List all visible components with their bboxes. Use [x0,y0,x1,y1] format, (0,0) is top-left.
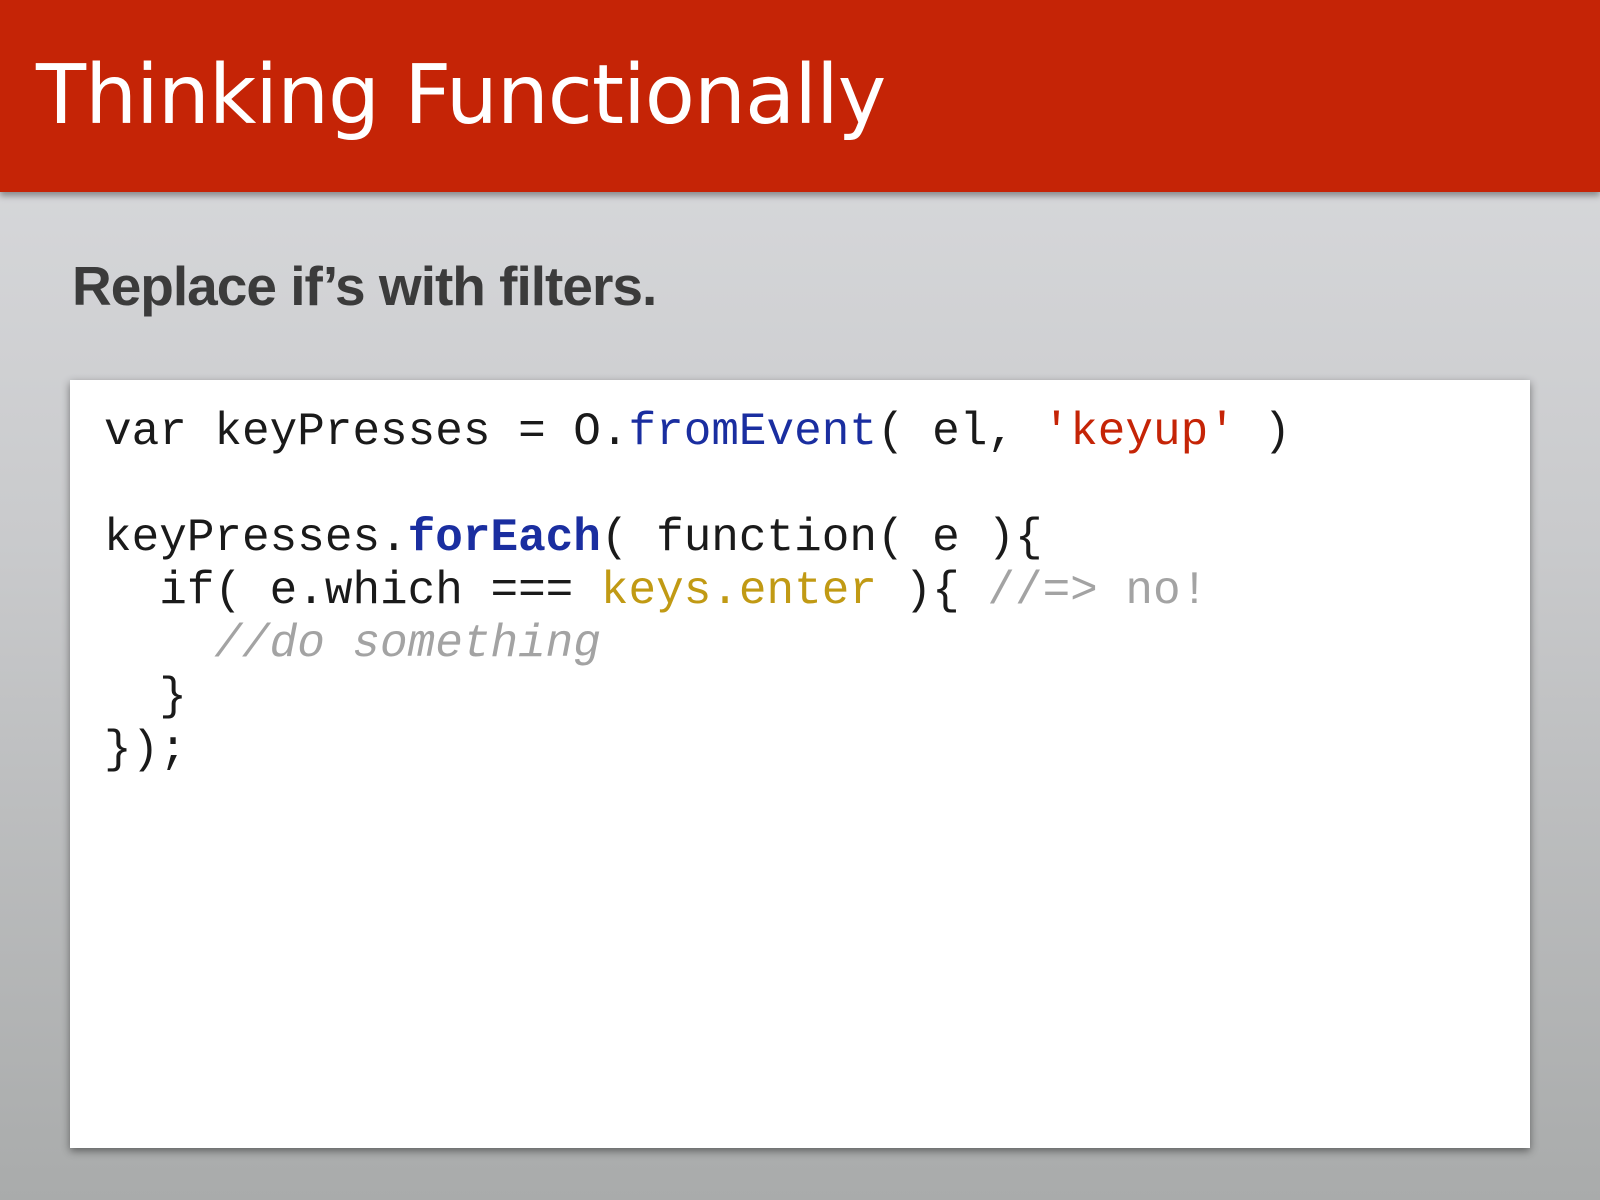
code-line-7: }); [104,724,187,776]
code-comment: //do something [214,618,601,670]
code-property: keys.enter [600,565,877,617]
code-line-1: var keyPresses = O.fromEvent( el, 'keyup… [104,406,1530,459]
code-text: ){ [876,565,988,617]
code-text: if( e.which === [104,565,601,617]
title-bar: Thinking Functionally [0,0,1600,192]
code-comment: //=> no! [987,565,1209,617]
code-method-name: forEach [407,512,601,564]
code-method-name: fromEvent [628,406,877,458]
code-line-3: keyPresses.forEach( function( e ){ [104,512,1530,565]
code-line-4: if( e.which === keys.enter ){ //=> no! [104,565,1530,618]
code-text: keyPresses. [104,512,408,564]
code-text: var keyPresses = O. [104,406,629,458]
code-text: ( el, [876,406,1043,458]
code-block: var keyPresses = O.fromEvent( el, 'keyup… [70,380,1530,1148]
code-text: ) [1235,406,1292,458]
slide-subtitle: Replace if’s with filters. [72,255,657,317]
code-string-literal: 'keyup' [1042,406,1236,458]
code-line-6: } [104,671,187,723]
slide-title: Thinking Functionally [36,48,886,143]
code-text: ( function( e ){ [600,512,1043,564]
code-line-5: //do something [104,618,1530,671]
